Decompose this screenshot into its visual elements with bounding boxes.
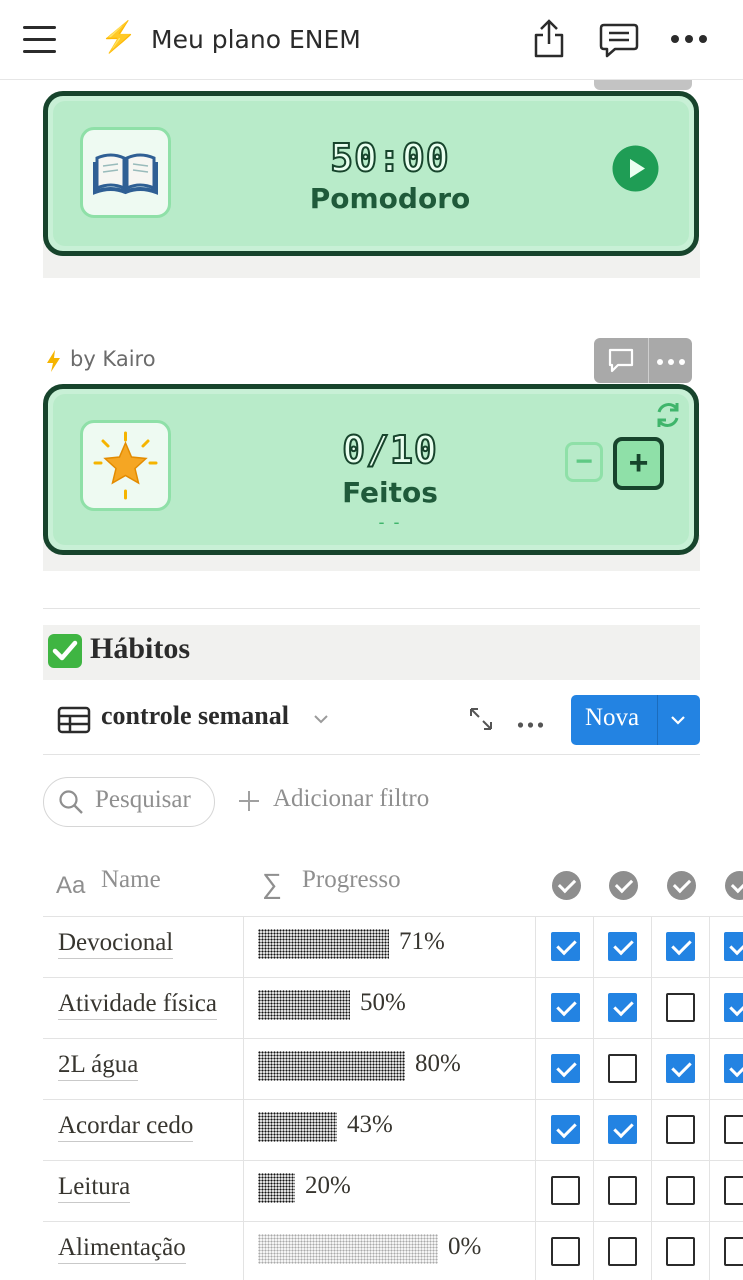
day-checkbox[interactable]: [608, 932, 637, 961]
day-checkbox[interactable]: [666, 1054, 695, 1083]
day-checkbox[interactable]: [551, 1237, 580, 1266]
increment-button[interactable]: +: [613, 437, 664, 490]
progress-value: 50%: [360, 989, 406, 1016]
habits-title: Hábitos: [90, 632, 191, 665]
day-checkbox[interactable]: [724, 993, 743, 1022]
share-icon[interactable]: [532, 18, 566, 65]
progress-bar: [258, 1173, 295, 1203]
name-column-header[interactable]: Name: [101, 866, 161, 894]
day-checkbox[interactable]: [724, 932, 743, 961]
progress-value: 0%: [448, 1233, 482, 1260]
chevron-down-icon[interactable]: [312, 712, 330, 731]
progress-column-header[interactable]: Progresso: [302, 866, 401, 894]
check-column-icon[interactable]: [667, 871, 696, 900]
day-checkbox[interactable]: [608, 1115, 637, 1144]
progress-bar: [258, 1051, 405, 1081]
day-checkbox[interactable]: [551, 993, 580, 1022]
progress-value: 20%: [305, 1172, 351, 1199]
day-checkbox[interactable]: [551, 1176, 580, 1205]
progress-value: 43%: [347, 1111, 393, 1138]
menu-icon[interactable]: [23, 26, 57, 54]
progress-bar: [258, 929, 389, 959]
check-column-icon[interactable]: [609, 871, 638, 900]
counter-sub: - -: [378, 512, 402, 532]
refresh-icon[interactable]: [654, 400, 682, 435]
lightning-icon: ⚡: [100, 21, 138, 54]
progress-value: 80%: [415, 1050, 461, 1077]
play-icon[interactable]: [612, 145, 659, 197]
day-checkbox[interactable]: [666, 1237, 695, 1266]
day-checkbox[interactable]: [666, 1115, 695, 1144]
progress-bar: [258, 1234, 438, 1264]
page-title: Meu plano ENEM: [151, 25, 361, 54]
search-input[interactable]: Pesquisar: [43, 777, 215, 827]
habit-name[interactable]: Acordar cedo: [58, 1111, 194, 1142]
day-checkbox[interactable]: [666, 1176, 695, 1205]
check-mark-icon: [47, 633, 83, 674]
habit-name[interactable]: Atividade física: [58, 989, 217, 1020]
decrement-button[interactable]: −: [565, 442, 603, 482]
day-checkbox[interactable]: [608, 1237, 637, 1266]
new-button-label: Nova: [585, 704, 640, 731]
habit-name[interactable]: Devocional: [58, 928, 174, 959]
counter-icon-box: [80, 420, 171, 511]
day-checkbox[interactable]: [608, 993, 637, 1022]
byline: by Kairo: [70, 347, 156, 371]
plus-icon[interactable]: [237, 789, 261, 818]
day-checkbox[interactable]: [551, 1115, 580, 1144]
more-icon[interactable]: [670, 32, 708, 51]
lightning-icon: [44, 349, 64, 378]
table-icon: [57, 706, 91, 739]
day-checkbox[interactable]: [551, 932, 580, 961]
search-icon: [58, 789, 84, 820]
timer-display: 50:00: [329, 135, 450, 181]
more-icon[interactable]: [656, 354, 686, 372]
check-column-icon[interactable]: [552, 871, 581, 900]
top-bar: ⚡ Meu plano ENEM: [0, 0, 743, 80]
day-checkbox[interactable]: [608, 1054, 637, 1083]
star-icon: [93, 431, 158, 500]
day-checkbox[interactable]: [666, 993, 695, 1022]
book-icon: [93, 153, 158, 195]
day-checkbox[interactable]: [724, 1237, 743, 1266]
divider: [43, 754, 700, 755]
divider: [43, 608, 700, 609]
progress-bar: [258, 1112, 337, 1142]
comment-icon[interactable]: [606, 346, 636, 381]
counter-display: 0/10: [341, 427, 438, 473]
day-checkbox[interactable]: [724, 1176, 743, 1205]
pomodoro-label: Pomodoro: [309, 182, 471, 215]
progress-value: 71%: [399, 928, 445, 955]
progress-bar: [258, 990, 350, 1020]
day-checkbox[interactable]: [666, 932, 695, 961]
check-column-icon[interactable]: [725, 871, 743, 900]
new-button[interactable]: Nova: [571, 695, 700, 745]
comment-icon[interactable]: [599, 22, 639, 65]
habit-name[interactable]: Leitura: [58, 1172, 131, 1203]
day-checkbox[interactable]: [724, 1115, 743, 1144]
add-filter-button[interactable]: Adicionar filtro: [273, 785, 429, 813]
day-checkbox[interactable]: [608, 1176, 637, 1205]
search-placeholder: Pesquisar: [95, 786, 191, 813]
name-col-prefix: Aa: [56, 872, 86, 899]
more-icon[interactable]: [517, 716, 544, 734]
expand-icon[interactable]: [468, 706, 494, 737]
counter-label: Feitos: [342, 476, 438, 509]
habit-name[interactable]: 2L água: [58, 1050, 139, 1081]
view-selector[interactable]: controle semanal: [101, 701, 289, 731]
sum-icon: ∑: [262, 868, 282, 899]
day-checkbox[interactable]: [724, 1054, 743, 1083]
day-checkbox[interactable]: [551, 1054, 580, 1083]
chevron-down-icon[interactable]: [669, 713, 687, 732]
habit-name[interactable]: Alimentação: [58, 1233, 186, 1264]
pomodoro-icon-box: [80, 127, 171, 218]
